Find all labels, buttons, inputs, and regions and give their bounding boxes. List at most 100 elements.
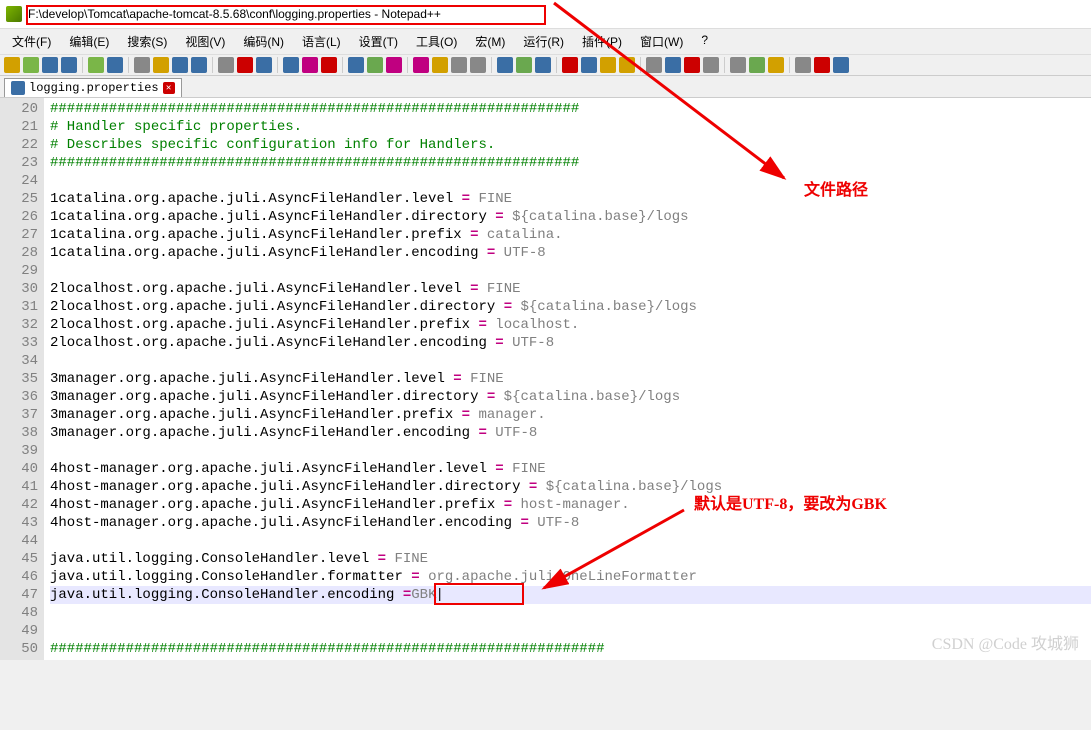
toolbar-button-icon[interactable] bbox=[665, 57, 681, 73]
toolbar-button-icon[interactable] bbox=[535, 57, 551, 73]
code-line[interactable]: 1catalina.org.apache.juli.AsyncFileHandl… bbox=[50, 208, 1091, 226]
toolbar-button-icon[interactable] bbox=[283, 57, 299, 73]
code-line[interactable]: 4host-manager.org.apache.juli.AsyncFileH… bbox=[50, 478, 1091, 496]
menu-item[interactable]: 搜索(S) bbox=[119, 31, 175, 52]
toolbar-button-icon[interactable] bbox=[107, 57, 123, 73]
code-line[interactable]: # Describes specific configuration info … bbox=[50, 136, 1091, 154]
menu-item[interactable]: 工具(O) bbox=[408, 31, 465, 52]
toolbar-button-icon[interactable] bbox=[237, 57, 253, 73]
line-number: 21 bbox=[2, 118, 38, 136]
menu-item[interactable]: 设置(T) bbox=[351, 31, 406, 52]
toolbar-button-icon[interactable] bbox=[703, 57, 719, 73]
toolbar-button-icon[interactable] bbox=[367, 57, 383, 73]
save-status-icon bbox=[11, 81, 25, 95]
toolbar-button-icon[interactable] bbox=[153, 57, 169, 73]
menu-item[interactable]: 运行(R) bbox=[515, 31, 572, 52]
menu-item[interactable]: 编辑(E) bbox=[61, 31, 117, 52]
menu-item[interactable]: 视图(V) bbox=[177, 31, 233, 52]
code-line[interactable]: java.util.logging.ConsoleHandler.formatt… bbox=[50, 568, 1091, 586]
line-number: 31 bbox=[2, 298, 38, 316]
code-line[interactable]: 1catalina.org.apache.juli.AsyncFileHandl… bbox=[50, 226, 1091, 244]
toolbar-separator bbox=[556, 57, 557, 73]
code-line[interactable] bbox=[50, 442, 1091, 460]
code-line[interactable] bbox=[50, 352, 1091, 370]
toolbar-button-icon[interactable] bbox=[749, 57, 765, 73]
toolbar-button-icon[interactable] bbox=[516, 57, 532, 73]
toolbar-separator bbox=[491, 57, 492, 73]
file-tab[interactable]: logging.properties ✕ bbox=[4, 78, 182, 97]
toolbar-button-icon[interactable] bbox=[470, 57, 486, 73]
toolbar-button-icon[interactable] bbox=[684, 57, 700, 73]
title-suffix: - Notepad++ bbox=[371, 7, 441, 21]
code-line[interactable]: 3manager.org.apache.juli.AsyncFileHandle… bbox=[50, 406, 1091, 424]
toolbar-button-icon[interactable] bbox=[61, 57, 77, 73]
menu-item[interactable]: 文件(F) bbox=[4, 31, 59, 52]
code-line[interactable] bbox=[50, 532, 1091, 550]
toolbar-button-icon[interactable] bbox=[646, 57, 662, 73]
code-line[interactable]: ########################################… bbox=[50, 154, 1091, 172]
toolbar-button-icon[interactable] bbox=[730, 57, 746, 73]
code-line[interactable]: java.util.logging.ConsoleHandler.encodin… bbox=[50, 586, 1091, 604]
toolbar-button-icon[interactable] bbox=[581, 57, 597, 73]
code-line[interactable]: 2localhost.org.apache.juli.AsyncFileHand… bbox=[50, 298, 1091, 316]
code-line[interactable]: 4host-manager.org.apache.juli.AsyncFileH… bbox=[50, 460, 1091, 478]
menu-item[interactable]: ? bbox=[693, 31, 716, 52]
toolbar-button-icon[interactable] bbox=[42, 57, 58, 73]
toolbar-button-icon[interactable] bbox=[814, 57, 830, 73]
line-number: 29 bbox=[2, 262, 38, 280]
line-number: 28 bbox=[2, 244, 38, 262]
menu-item[interactable]: 宏(M) bbox=[467, 31, 513, 52]
line-number: 42 bbox=[2, 496, 38, 514]
code-line[interactable]: ########################################… bbox=[50, 100, 1091, 118]
toolbar-button-icon[interactable] bbox=[386, 57, 402, 73]
code-line[interactable]: 3manager.org.apache.juli.AsyncFileHandle… bbox=[50, 424, 1091, 442]
toolbar-button-icon[interactable] bbox=[218, 57, 234, 73]
code-line[interactable]: 1catalina.org.apache.juli.AsyncFileHandl… bbox=[50, 244, 1091, 262]
code-line[interactable]: 1catalina.org.apache.juli.AsyncFileHandl… bbox=[50, 190, 1091, 208]
toolbar-button-icon[interactable] bbox=[768, 57, 784, 73]
code-line[interactable]: 4host-manager.org.apache.juli.AsyncFileH… bbox=[50, 514, 1091, 532]
menu-item[interactable]: 编码(N) bbox=[235, 31, 292, 52]
file-tab-label: logging.properties bbox=[29, 81, 159, 95]
toolbar-button-icon[interactable] bbox=[432, 57, 448, 73]
code-line[interactable]: # Handler specific properties. bbox=[50, 118, 1091, 136]
code-line[interactable] bbox=[50, 262, 1091, 280]
menu-item[interactable]: 窗口(W) bbox=[632, 31, 691, 52]
toolbar-separator bbox=[724, 57, 725, 73]
toolbar-button-icon[interactable] bbox=[562, 57, 578, 73]
code-line[interactable]: java.util.logging.ConsoleHandler.level =… bbox=[50, 550, 1091, 568]
toolbar-button-icon[interactable] bbox=[348, 57, 364, 73]
toolbar-button-icon[interactable] bbox=[795, 57, 811, 73]
toolbar-button-icon[interactable] bbox=[600, 57, 616, 73]
toolbar-button-icon[interactable] bbox=[191, 57, 207, 73]
menu-item[interactable]: 插件(P) bbox=[574, 31, 630, 52]
toolbar-button-icon[interactable] bbox=[413, 57, 429, 73]
toolbar-button-icon[interactable] bbox=[4, 57, 20, 73]
toolbar-button-icon[interactable] bbox=[321, 57, 337, 73]
code-line[interactable]: 3manager.org.apache.juli.AsyncFileHandle… bbox=[50, 370, 1091, 388]
toolbar-button-icon[interactable] bbox=[88, 57, 104, 73]
code-line[interactable]: 2localhost.org.apache.juli.AsyncFileHand… bbox=[50, 316, 1091, 334]
code-area[interactable]: 文件路径 默认是UTF-8，要改为GBK ###################… bbox=[44, 98, 1091, 660]
menu-item[interactable]: 语言(L) bbox=[294, 31, 349, 52]
line-number: 33 bbox=[2, 334, 38, 352]
toolbar-button-icon[interactable] bbox=[134, 57, 150, 73]
toolbar-button-icon[interactable] bbox=[619, 57, 635, 73]
code-line[interactable]: 2localhost.org.apache.juli.AsyncFileHand… bbox=[50, 334, 1091, 352]
toolbar-button-icon[interactable] bbox=[172, 57, 188, 73]
toolbar-button-icon[interactable] bbox=[256, 57, 272, 73]
code-line[interactable]: 3manager.org.apache.juli.AsyncFileHandle… bbox=[50, 388, 1091, 406]
code-line[interactable]: 4host-manager.org.apache.juli.AsyncFileH… bbox=[50, 496, 1091, 514]
close-tab-icon[interactable]: ✕ bbox=[163, 82, 175, 94]
editor[interactable]: 2021222324252627282930313233343536373839… bbox=[0, 97, 1091, 660]
toolbar-button-icon[interactable] bbox=[497, 57, 513, 73]
toolbar-button-icon[interactable] bbox=[23, 57, 39, 73]
code-line[interactable]: 2localhost.org.apache.juli.AsyncFileHand… bbox=[50, 280, 1091, 298]
line-number: 39 bbox=[2, 442, 38, 460]
toolbar-button-icon[interactable] bbox=[302, 57, 318, 73]
code-line[interactable] bbox=[50, 604, 1091, 622]
toolbar-button-icon[interactable] bbox=[833, 57, 849, 73]
line-number: 22 bbox=[2, 136, 38, 154]
code-line[interactable] bbox=[50, 172, 1091, 190]
toolbar-button-icon[interactable] bbox=[451, 57, 467, 73]
